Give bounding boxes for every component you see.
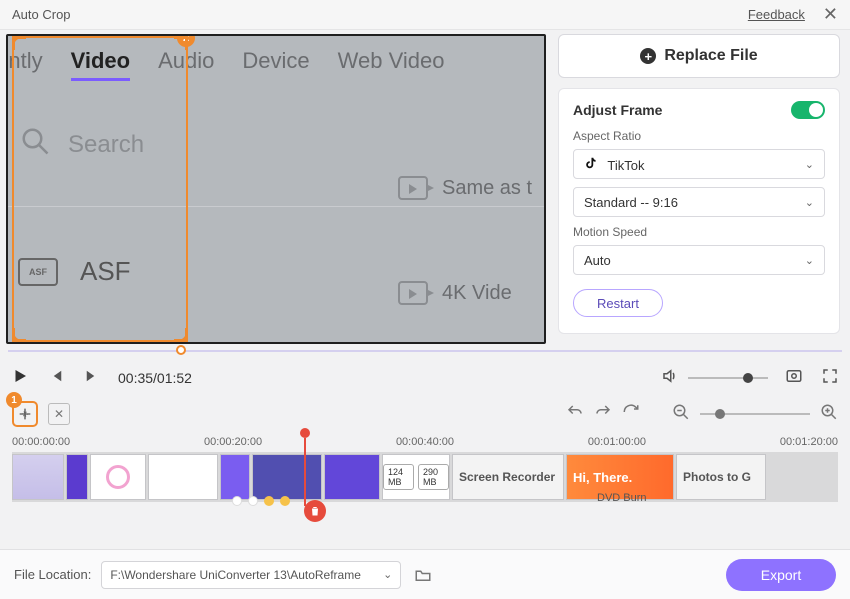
clip[interactable] <box>66 454 88 500</box>
ruler-mark: 00:00:00:00 <box>12 436 70 448</box>
delete-clip-button[interactable] <box>304 500 326 522</box>
file-location-select[interactable]: F:\Wondershare UniConverter 13\AutoRefra… <box>101 561 401 589</box>
replace-file-button[interactable]: + Replace File <box>558 34 840 78</box>
ratio-standard-value: Standard -- 9:16 <box>584 195 678 210</box>
chevron-down-icon: ⌄ <box>805 196 814 209</box>
clip[interactable] <box>148 454 218 500</box>
clip[interactable] <box>252 454 322 500</box>
clip-photos[interactable]: Photos to G <box>676 454 766 500</box>
play-button[interactable] <box>10 367 30 390</box>
ruler-mark: 00:01:20:00 <box>780 436 838 448</box>
playback-time: 00:35/01:52 <box>118 370 192 386</box>
aspect-ratio-select[interactable]: TikTok ⌄ <box>573 149 825 179</box>
crop-handle-tr[interactable] <box>174 36 188 50</box>
clip[interactable] <box>324 454 380 500</box>
adjust-frame-panel: Adjust Frame Aspect Ratio TikTok ⌄ Stand… <box>558 88 840 334</box>
motion-speed-label: Motion Speed <box>573 225 825 239</box>
restart-button[interactable]: Restart <box>573 289 663 317</box>
volume-slider[interactable] <box>688 377 768 379</box>
timeline-markers <box>232 496 290 506</box>
delete-media-button[interactable]: ✕ <box>48 403 70 425</box>
volume-icon[interactable] <box>660 367 680 390</box>
video-file-icon <box>398 281 428 305</box>
clip[interactable] <box>90 454 146 500</box>
file-location-label: File Location: <box>14 567 91 582</box>
replace-file-label: Replace File <box>664 47 757 65</box>
motion-speed-select[interactable]: Auto ⌄ <box>573 245 825 275</box>
timeline-track[interactable]: 124 MB 290 MB Screen Recorder Hi, There.… <box>12 452 838 502</box>
annotation-badge-1: 1 <box>6 392 22 408</box>
zoom-slider[interactable] <box>700 413 810 415</box>
preview-row-same: Same as t <box>398 176 532 200</box>
crop-handle-br[interactable] <box>174 328 188 342</box>
timeline[interactable]: 00:00:00:00 00:00:20:00 00:00:40:00 00:0… <box>0 430 850 506</box>
motion-speed-value: Auto <box>584 253 611 268</box>
refresh-button[interactable] <box>622 403 640 425</box>
timeline-toolbar: 1 ✕ <box>0 398 850 430</box>
ruler-mark: 00:00:20:00 <box>204 436 262 448</box>
preview-row-4k-label: 4K Vide <box>442 282 512 305</box>
title-bar: Auto Crop Feedback ✕ <box>0 0 850 30</box>
tiktok-icon <box>584 156 598 170</box>
open-folder-button[interactable] <box>411 563 435 587</box>
seek-bar[interactable] <box>8 348 842 354</box>
crop-handle-bl[interactable] <box>12 328 26 342</box>
clip-dvd-burn-label: DVD Burn <box>597 492 647 504</box>
chevron-down-icon: ⌄ <box>383 568 392 581</box>
next-frame-button[interactable] <box>82 367 102 390</box>
preview-row-4k: 4K Vide <box>398 281 512 305</box>
feedback-link[interactable]: Feedback <box>748 7 805 22</box>
adjust-frame-title: Adjust Frame <box>573 102 662 118</box>
size-chip: 290 MB <box>418 464 449 490</box>
player-controls: 00:35/01:52 <box>0 358 850 398</box>
crop-handle-tl[interactable] <box>12 36 26 50</box>
aspect-ratio-label: Aspect Ratio <box>573 129 825 143</box>
video-preview: tently Video Audio Device Web Video Sear… <box>6 34 546 344</box>
redo-button[interactable] <box>594 403 612 425</box>
export-button[interactable]: Export <box>726 559 836 591</box>
prev-frame-button[interactable] <box>46 367 66 390</box>
clip[interactable]: 124 MB 290 MB <box>382 454 450 500</box>
aspect-ratio-value: TikTok <box>607 158 644 173</box>
ruler-mark: 00:01:00:00 <box>588 436 646 448</box>
video-file-icon <box>398 176 428 200</box>
clip-screen-recorder[interactable]: Screen Recorder <box>452 454 564 500</box>
window-title: Auto Crop <box>12 7 748 22</box>
chevron-down-icon: ⌄ <box>805 254 814 267</box>
fullscreen-button[interactable] <box>820 367 840 390</box>
preview-row-same-label: Same as t <box>442 177 532 200</box>
seek-knob[interactable] <box>176 345 186 355</box>
preview-tab-webvideo: Web Video <box>338 48 445 81</box>
crop-frame[interactable]: 2 <box>12 36 188 342</box>
zoom-in-button[interactable] <box>820 403 838 425</box>
clip[interactable] <box>12 454 64 500</box>
chevron-down-icon: ⌄ <box>805 158 814 171</box>
plus-circle-icon: + <box>640 48 656 64</box>
zoom-out-button[interactable] <box>672 403 690 425</box>
timeline-ruler: 00:00:00:00 00:00:20:00 00:00:40:00 00:0… <box>12 436 838 448</box>
close-icon[interactable]: ✕ <box>823 4 838 25</box>
adjust-frame-toggle[interactable] <box>791 101 825 119</box>
preview-tab-device: Device <box>242 48 309 81</box>
snapshot-button[interactable] <box>784 367 804 390</box>
size-chip: 124 MB <box>383 464 414 490</box>
ratio-standard-select[interactable]: Standard -- 9:16 ⌄ <box>573 187 825 217</box>
undo-button[interactable] <box>566 403 584 425</box>
file-location-path: F:\Wondershare UniConverter 13\AutoRefra… <box>110 568 361 582</box>
footer-bar: File Location: F:\Wondershare UniConvert… <box>0 549 850 599</box>
clip[interactable] <box>220 454 250 500</box>
ruler-mark: 00:00:40:00 <box>396 436 454 448</box>
